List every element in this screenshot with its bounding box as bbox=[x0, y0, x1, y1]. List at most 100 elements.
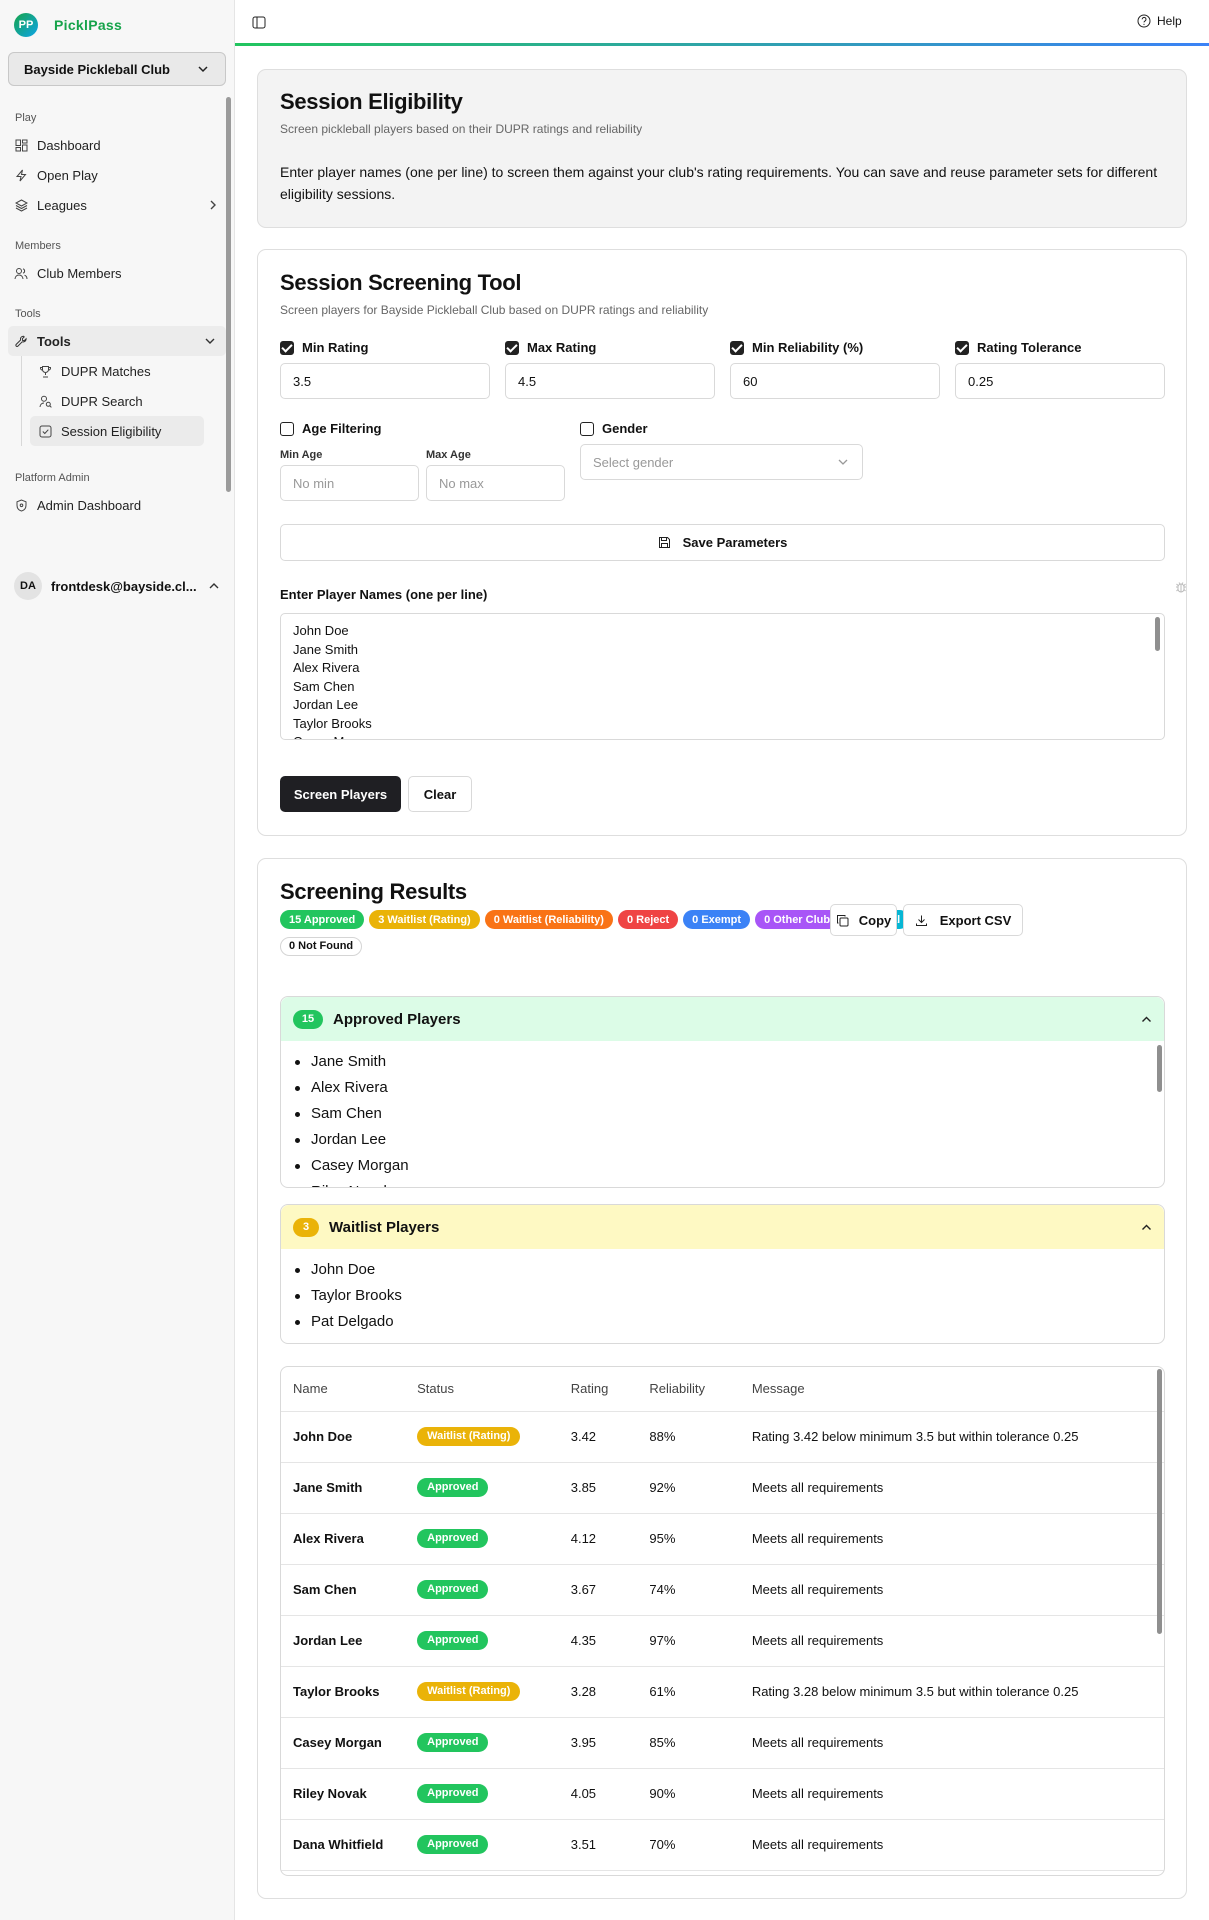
min-reliability-checkbox[interactable] bbox=[730, 340, 744, 355]
max-rating-toggle[interactable]: Max Rating bbox=[505, 340, 596, 355]
cell-reliability: 90% bbox=[649, 1768, 752, 1820]
sidebar-item-leagues[interactable]: Leagues bbox=[0, 190, 234, 220]
club-select-value: Bayside Pickleball Club bbox=[24, 61, 170, 77]
min-reliability-toggle[interactable]: Min Reliability (%) bbox=[730, 340, 863, 355]
table-row[interactable]: Alex Rivera Approved 4.12 95% Meets all requ… bbox=[281, 1513, 1164, 1565]
sidebar-item-tools[interactable]: Tools bbox=[8, 326, 226, 356]
tolerance-checkbox[interactable] bbox=[955, 340, 969, 355]
user-email: frontdesk@bayside.cl... bbox=[51, 578, 197, 594]
cell-status: Waitlist (Rating) bbox=[417, 1666, 571, 1718]
min-rating-input[interactable]: 3.5 bbox=[280, 363, 490, 399]
approved-header[interactable]: 15 Approved Players bbox=[281, 997, 1164, 1041]
sidebar-item-club-members[interactable]: Club Members bbox=[0, 258, 234, 288]
column-header[interactable]: Name bbox=[281, 1367, 418, 1412]
table-row[interactable]: Jordan Lee Approved 4.35 97% Meets all requi… bbox=[281, 1615, 1164, 1667]
table-scrollbar[interactable] bbox=[1157, 1369, 1162, 1634]
shield-icon bbox=[14, 498, 28, 512]
clear-button[interactable]: Clear bbox=[408, 776, 472, 812]
sidebar-item-dashboard[interactable]: Dashboard bbox=[0, 130, 234, 160]
screen-players-button[interactable]: Screen Players bbox=[280, 776, 401, 812]
gender-select[interactable]: Select gender bbox=[580, 444, 863, 480]
list-item: Jordan Lee bbox=[281, 1127, 1141, 1153]
gender-label: Gender bbox=[602, 421, 648, 436]
save-parameters-label: Save Parameters bbox=[682, 535, 788, 550]
brand[interactable]: PP PicklPass bbox=[0, 0, 234, 50]
sidebar-toggle-icon[interactable] bbox=[252, 16, 266, 29]
player-names-textarea[interactable]: John Doe Jane Smith Alex Rivera Sam Chen Jor… bbox=[280, 613, 1165, 740]
tolerance-toggle[interactable]: Rating Tolerance bbox=[955, 340, 1082, 355]
club-select[interactable]: Bayside Pickleball Club bbox=[8, 52, 226, 86]
player-name-line: Taylor Brooks bbox=[293, 715, 372, 731]
sidebar-item-admin-dashboard[interactable]: Admin Dashboard bbox=[0, 490, 234, 520]
check-square-icon bbox=[38, 424, 52, 438]
cell-name: John Doe bbox=[281, 1411, 418, 1463]
age-filter-checkbox[interactable] bbox=[280, 421, 294, 436]
min-rating-label: Min Rating bbox=[302, 340, 369, 355]
table-row[interactable]: Taylor Brooks Waitlist (Rating) 3.28 61% Rat… bbox=[281, 1666, 1164, 1718]
cell-reliability: 97% bbox=[649, 1615, 752, 1667]
player-name-line: Jane Smith bbox=[293, 641, 359, 657]
column-header[interactable]: Message bbox=[751, 1367, 1164, 1412]
table-row[interactable]: Sam Chen Approved 3.67 74% Meets all require… bbox=[281, 1564, 1164, 1616]
list-item: Riley Novak bbox=[281, 1179, 1141, 1187]
export-csv-button[interactable]: Export CSV bbox=[903, 904, 1023, 936]
approved-count-badge: 15 bbox=[293, 1009, 323, 1029]
status-badge: Approved bbox=[417, 1631, 489, 1650]
bug-icon[interactable] bbox=[1174, 580, 1188, 594]
gender-checkbox[interactable] bbox=[580, 421, 594, 436]
cell-status: Approved bbox=[417, 1717, 571, 1769]
age-filter-toggle[interactable]: Age Filtering bbox=[280, 421, 381, 436]
column-header[interactable]: Reliability bbox=[649, 1367, 752, 1412]
results-table: Name Status Rating Reliability Message John … bbox=[281, 1367, 1164, 1871]
status-badge: 0 Waitlist (Reliability) bbox=[484, 910, 613, 929]
table-row[interactable]: Jane Smith Approved 3.85 92% Meets all requi… bbox=[281, 1462, 1164, 1514]
help-circle-icon bbox=[1137, 14, 1151, 28]
sidebar-item-dupr-search[interactable]: DUPR Search bbox=[0, 386, 234, 416]
status-badge: Approved bbox=[417, 1835, 489, 1854]
table-body: John Doe Waitlist (Rating) 3.42 88% Rating 3… bbox=[281, 1411, 1164, 1871]
column-header[interactable]: Rating bbox=[570, 1367, 650, 1412]
cell-name: Jane Smith bbox=[281, 1462, 418, 1514]
sidebar-item-session-eligibility[interactable]: Session Eligibility bbox=[30, 416, 204, 446]
approved-section: 15 Approved Players Jane Smith Alex River… bbox=[280, 996, 1165, 1188]
table-row[interactable]: John Doe Waitlist (Rating) 3.42 88% Rating 3… bbox=[281, 1411, 1164, 1463]
page-title: Session Eligibility bbox=[280, 89, 463, 114]
sidebar-scrollbar[interactable] bbox=[226, 97, 231, 492]
max-rating-input[interactable]: 4.5 bbox=[505, 363, 715, 399]
max-rating-checkbox[interactable] bbox=[505, 340, 519, 355]
sidebar-item-dupr-matches[interactable]: DUPR Matches bbox=[0, 356, 234, 386]
max-rating-label: Max Rating bbox=[527, 340, 597, 355]
textarea-scrollbar[interactable] bbox=[1155, 617, 1160, 651]
chevron-down-icon bbox=[198, 66, 208, 73]
waitlist-header[interactable]: 3 Waitlist Players bbox=[281, 1205, 1164, 1249]
user-menu[interactable]: DA frontdesk@bayside.cl... bbox=[14, 572, 219, 600]
help-button[interactable]: Help bbox=[1137, 14, 1182, 28]
player-names-label: Enter Player Names (one per line) bbox=[280, 587, 488, 602]
save-parameters-button[interactable]: Save Parameters bbox=[280, 524, 1165, 561]
table-row[interactable]: Riley Novak Approved 4.05 90% Meets all requ… bbox=[281, 1768, 1164, 1820]
column-header[interactable]: Status bbox=[417, 1367, 571, 1412]
table-row[interactable]: Casey Morgan Approved 3.95 85% Meets all req… bbox=[281, 1717, 1164, 1769]
cell-rating: 3.51 bbox=[570, 1819, 650, 1871]
approved-scrollbar[interactable] bbox=[1157, 1045, 1162, 1092]
max-age-input[interactable]: No max bbox=[426, 465, 565, 501]
list-item: Taylor Brooks bbox=[281, 1283, 1141, 1309]
min-age-input[interactable]: No min bbox=[280, 465, 419, 501]
min-rating-toggle[interactable]: Min Rating bbox=[280, 340, 368, 355]
player-name-line: John Doe bbox=[293, 623, 349, 638]
clear-label: Clear bbox=[423, 786, 457, 802]
section-label-platform-admin: Platform Admin bbox=[15, 472, 90, 484]
list-item: Sam Chen bbox=[281, 1101, 1141, 1127]
gender-toggle[interactable]: Gender bbox=[580, 421, 648, 436]
save-icon bbox=[658, 537, 670, 548]
table-row[interactable]: Dana Whitfield Approved 3.51 70% Meets all r… bbox=[281, 1819, 1164, 1871]
min-rating-checkbox[interactable] bbox=[280, 340, 294, 355]
sidebar-item-open-play[interactable]: Open Play bbox=[0, 160, 234, 190]
list-item: Alex Rivera bbox=[281, 1075, 1141, 1101]
screen-players-label: Screen Players bbox=[293, 786, 388, 802]
cell-rating: 4.05 bbox=[570, 1768, 650, 1820]
min-reliability-input[interactable]: 60 bbox=[730, 363, 940, 399]
tolerance-input[interactable]: 0.25 bbox=[955, 363, 1165, 399]
cell-name: Sam Chen bbox=[281, 1564, 418, 1616]
copy-button[interactable]: Copy bbox=[830, 904, 897, 936]
